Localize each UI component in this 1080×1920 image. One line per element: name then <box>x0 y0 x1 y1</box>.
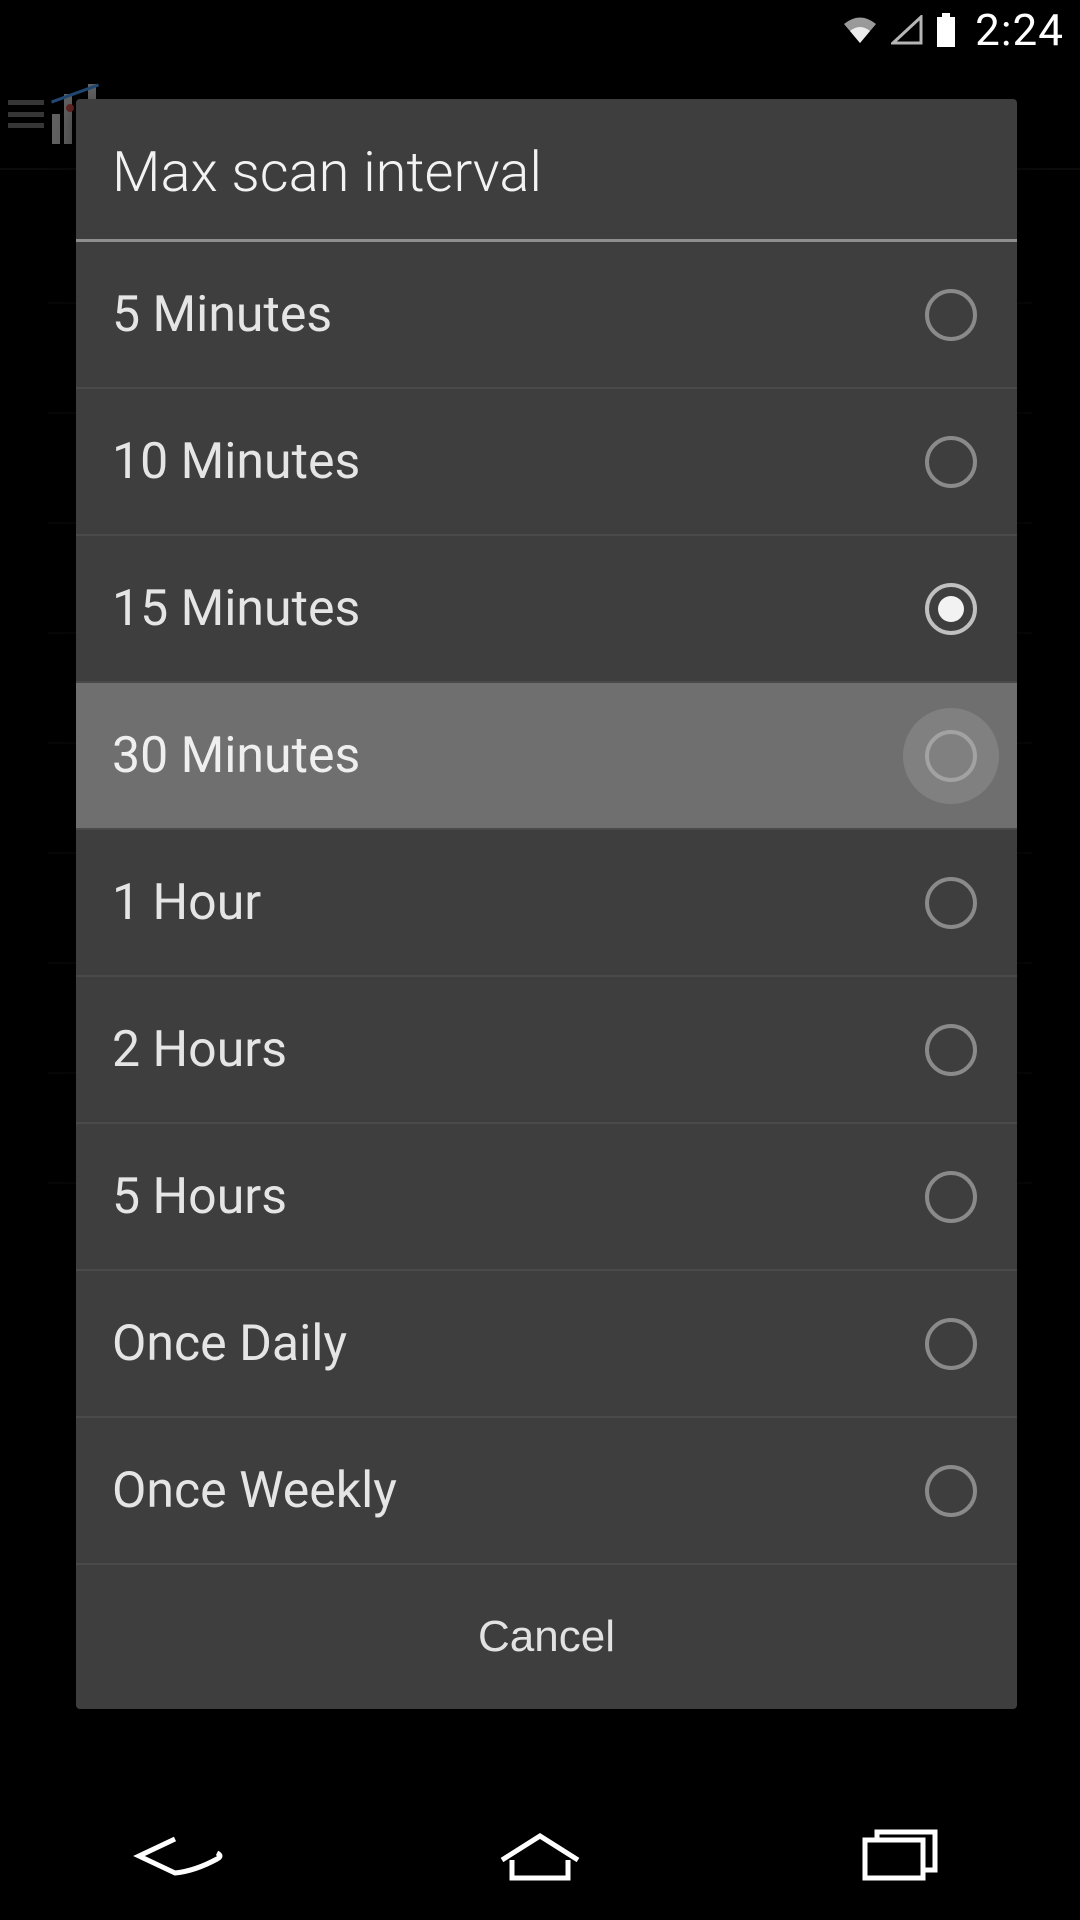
status-bar: 2:24 <box>0 0 1080 60</box>
radio-icon <box>925 1318 977 1370</box>
interval-option-label: 5 Hours <box>112 1168 287 1226</box>
nav-recents-button[interactable] <box>840 1821 960 1891</box>
radio-icon <box>925 1465 977 1517</box>
radio-icon <box>925 583 977 635</box>
interval-option[interactable]: 30 Minutes <box>76 683 1017 830</box>
navigation-bar <box>0 1792 1080 1920</box>
interval-option[interactable]: 15 Minutes <box>76 536 1017 683</box>
wifi-icon <box>841 15 879 45</box>
interval-option-label: 10 Minutes <box>112 433 360 491</box>
dialog-footer: Cancel <box>76 1565 1017 1709</box>
interval-option-label: 30 Minutes <box>112 727 360 785</box>
interval-option[interactable]: 5 Minutes <box>76 242 1017 389</box>
cellular-icon <box>891 15 923 45</box>
cancel-button[interactable]: Cancel <box>478 1612 615 1662</box>
radio-icon <box>925 730 977 782</box>
interval-option-label: 15 Minutes <box>112 580 360 638</box>
status-time: 2:24 <box>975 4 1064 56</box>
interval-option[interactable]: 1 Hour <box>76 830 1017 977</box>
dialog-title: Max scan interval <box>76 99 1017 239</box>
interval-option-label: Once Weekly <box>112 1462 397 1520</box>
interval-option[interactable]: 10 Minutes <box>76 389 1017 536</box>
hamburger-icon <box>8 100 44 128</box>
nav-back-button[interactable] <box>120 1821 240 1891</box>
battery-icon <box>935 13 957 47</box>
scan-interval-dialog: Max scan interval 5 Minutes 10 Minutes 15 … <box>76 99 1017 1709</box>
radio-icon <box>925 436 977 488</box>
interval-option-label: 5 Minutes <box>112 286 332 344</box>
radio-icon <box>925 1024 977 1076</box>
nav-home-button[interactable] <box>480 1821 600 1891</box>
interval-option-label: 2 Hours <box>112 1021 287 1079</box>
interval-option-label: Once Daily <box>112 1315 347 1373</box>
interval-option-label: 1 Hour <box>112 874 261 932</box>
interval-option[interactable]: 5 Hours <box>76 1124 1017 1271</box>
radio-icon <box>925 1171 977 1223</box>
interval-option[interactable]: 2 Hours <box>76 977 1017 1124</box>
radio-icon <box>925 877 977 929</box>
radio-icon <box>925 289 977 341</box>
interval-option[interactable]: Once Daily <box>76 1271 1017 1418</box>
interval-option[interactable]: Once Weekly <box>76 1418 1017 1565</box>
